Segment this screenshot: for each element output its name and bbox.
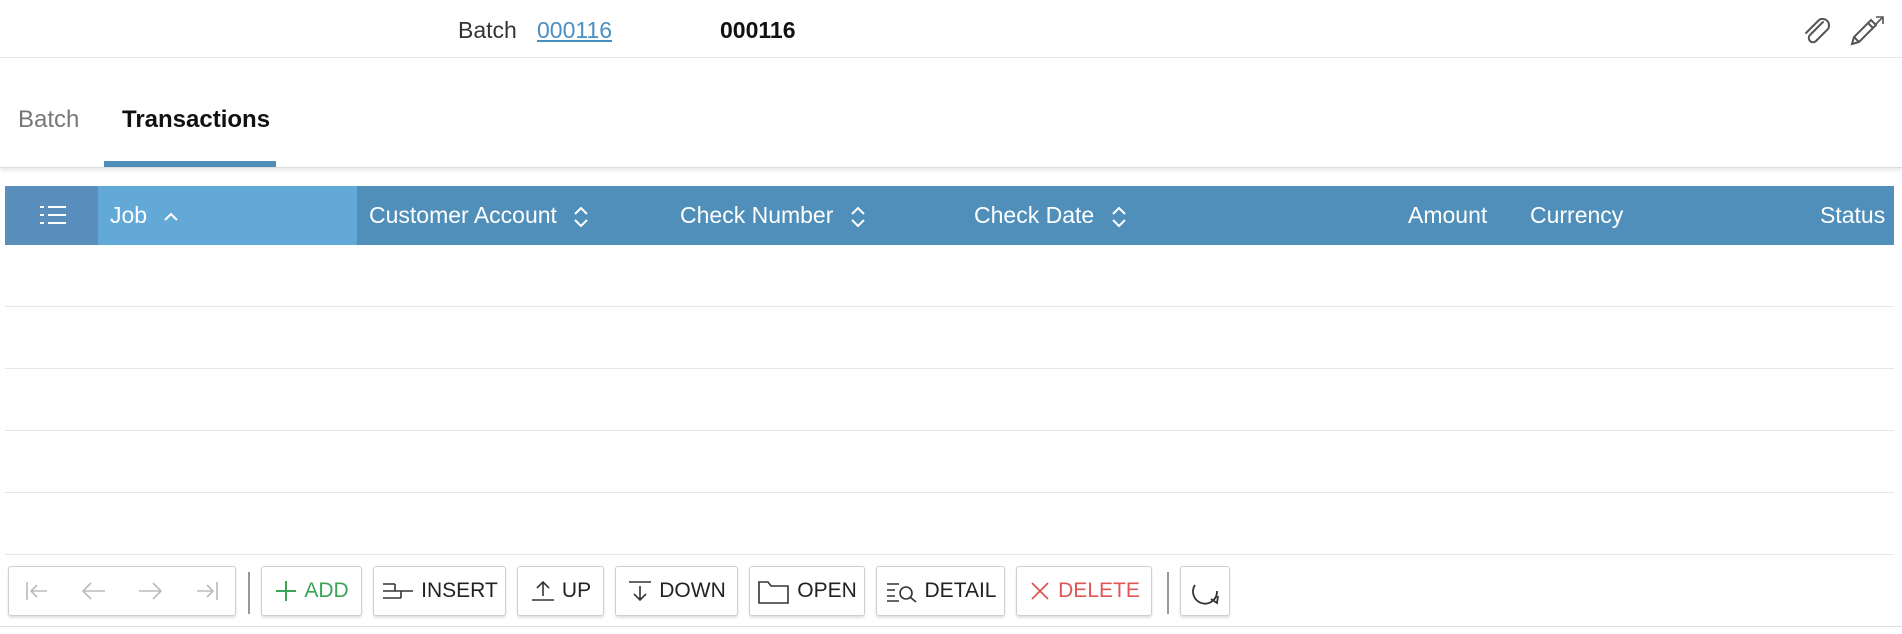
add-label: ADD [304,579,349,602]
down-button[interactable]: DOWN [615,566,738,616]
column-label-check-number: Check Number [680,202,834,228]
toolbar-separator [248,572,250,614]
insert-row-icon [383,583,414,599]
first-record-icon[interactable] [22,579,52,603]
table-row[interactable] [5,369,1894,431]
sort-toggle-icon [574,206,589,228]
column-header-check-number[interactable]: Check Number [680,186,866,245]
down-label: DOWN [659,579,726,602]
batch-link[interactable]: 000116 [537,17,612,44]
tab-batch[interactable]: Batch [18,106,79,134]
table-row[interactable] [5,307,1894,369]
batch-label: Batch [458,17,517,43]
last-record-icon[interactable] [192,579,222,603]
column-header-status[interactable]: Status [1820,186,1885,245]
folder-icon [758,581,790,604]
up-button[interactable]: UP [517,566,604,616]
tab-bar: Batch Transactions [0,58,1902,168]
add-button[interactable]: ADD [261,566,362,616]
detail-button[interactable]: DETAIL [876,566,1005,616]
record-header: Batch 000116 000116 [0,0,1902,58]
column-label-job: Job [110,202,148,228]
active-tab-indicator [104,161,276,167]
column-header-amount[interactable]: Amount [1408,186,1487,245]
next-record-icon[interactable] [135,579,165,603]
column-menu-icon[interactable] [5,186,98,245]
table-row[interactable] [5,493,1894,555]
plus-icon [276,581,297,601]
detail-search-icon [886,583,917,603]
previous-record-icon[interactable] [79,579,109,603]
column-label-customer-account: Customer Account [369,202,557,228]
paperclip-icon[interactable] [1800,14,1834,48]
table-row[interactable] [5,245,1894,307]
up-label: UP [561,579,592,602]
toolbar-separator [1167,572,1169,614]
column-header-check-date[interactable]: Check Date [974,186,1127,245]
tab-transactions[interactable]: Transactions [122,106,270,134]
table-row[interactable] [5,431,1894,493]
column-label-amount: Amount [1408,202,1488,228]
footer-divider [0,626,1902,627]
open-button[interactable]: OPEN [749,566,865,616]
column-header-customer-account[interactable]: Customer Account [369,186,589,245]
move-up-icon [531,580,554,601]
column-header-currency[interactable]: Currency [1530,186,1623,245]
batch-value: 000116 [720,17,796,43]
record-navigation-group [8,566,236,616]
sort-toggle-icon [851,206,865,228]
transactions-grid: Job Customer Account Check Number Check … [5,186,1894,558]
delete-label: DELETE [1058,579,1140,602]
refresh-icon [1192,584,1219,605]
column-label-status: Status [1820,202,1886,228]
move-down-icon [629,581,652,602]
edit-expand-icon[interactable] [1846,14,1884,48]
delete-button[interactable]: DELETE [1016,566,1152,616]
insert-button[interactable]: INSERT [373,566,506,616]
column-label-check-date: Check Date [974,202,1095,228]
column-header-job[interactable]: Job [110,186,179,245]
detail-label: DETAIL [924,579,997,602]
close-x-icon [1031,582,1049,600]
sort-ascending-icon [164,212,179,221]
grid-header: Job Customer Account Check Number Check … [5,186,1894,245]
sort-toggle-icon [1111,206,1126,228]
insert-label: INSERT [421,579,498,602]
refresh-button[interactable] [1180,566,1230,616]
grid-toolbar: ADD INSERT UP DOWN OPEN DETAIL DELETE [0,562,1902,634]
open-label: OPEN [797,579,857,602]
column-label-currency: Currency [1530,202,1624,228]
